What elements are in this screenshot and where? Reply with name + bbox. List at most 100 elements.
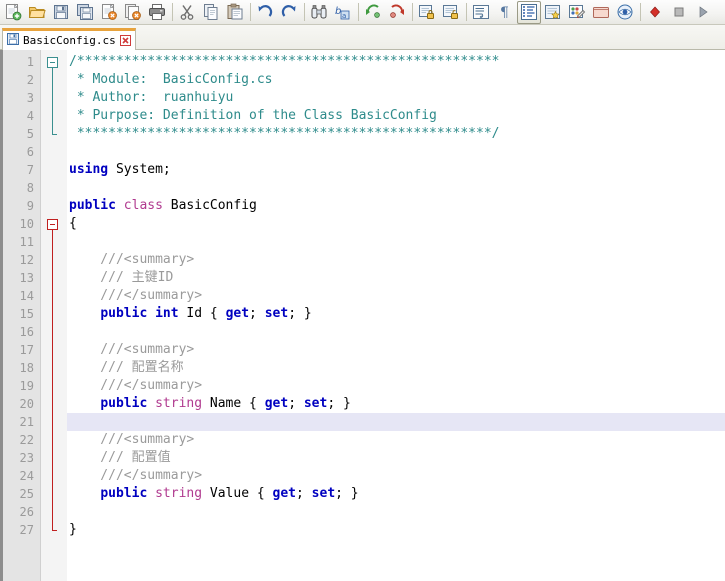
- comment-block-fold-toggle[interactable]: [47, 57, 58, 68]
- preview-button[interactable]: [613, 1, 637, 24]
- code-token: public: [100, 306, 148, 321]
- code-line[interactable]: * Module: BasicConfig.cs: [67, 71, 725, 89]
- line-number: 2: [26, 73, 34, 87]
- copy-button[interactable]: [199, 1, 223, 24]
- code-line[interactable]: [67, 143, 725, 161]
- code-line[interactable]: ///<summary>: [67, 431, 725, 449]
- minus-icon: [50, 224, 55, 225]
- code-line[interactable]: ///</summary>: [67, 377, 725, 395]
- code-line[interactable]: [67, 179, 725, 197]
- find-button[interactable]: [307, 1, 331, 24]
- fold-slot: [41, 71, 67, 89]
- go-forward-button[interactable]: [385, 1, 409, 24]
- code-line[interactable]: * Author: ruanhuiyu: [67, 89, 725, 107]
- bookmark-star-icon: [544, 3, 562, 21]
- line-number: 6: [26, 145, 34, 159]
- code-token: ;: [288, 396, 304, 411]
- line-number: 13: [19, 271, 34, 285]
- code-token: ///</summary>: [69, 378, 203, 393]
- minus-icon: [50, 62, 55, 63]
- fold-slot: [41, 359, 67, 377]
- code-line[interactable]: ///</summary>: [67, 287, 725, 305]
- line-number: 10: [19, 217, 34, 231]
- line-number: 20: [19, 397, 34, 411]
- close-file-button[interactable]: [97, 1, 121, 24]
- code-token: * Purpose: Definition of the Class Basic…: [69, 108, 437, 123]
- close-x-icon[interactable]: [119, 35, 131, 46]
- code-editor[interactable]: 1 2 3 4 5 6 7 8 9 10 11 12 13 14 15 16 17 18 19 20 21 22 23 24 2…: [0, 50, 725, 581]
- comment-block-button[interactable]: [415, 1, 439, 24]
- scissors-icon: [178, 3, 196, 21]
- uncomment-block-button[interactable]: [439, 1, 463, 24]
- word-wrap-button[interactable]: [469, 1, 493, 24]
- red-forward-arrow-icon: [388, 3, 406, 21]
- line-number: 7: [26, 163, 34, 177]
- record-macro-button[interactable]: [643, 1, 667, 24]
- fold-slot: [41, 431, 67, 449]
- stop-macro-button[interactable]: [667, 1, 691, 24]
- code-token: int: [155, 306, 179, 321]
- print-button[interactable]: [145, 1, 169, 24]
- cut-button[interactable]: [175, 1, 199, 24]
- class-body-fold-toggle[interactable]: [47, 219, 58, 230]
- code-line[interactable]: /// 主键ID: [67, 269, 725, 287]
- code-line[interactable]: /***************************************…: [67, 53, 725, 71]
- code-line[interactable]: ///</summary>: [67, 467, 725, 485]
- line-number: 4: [26, 109, 34, 123]
- code-line[interactable]: ****************************************…: [67, 125, 725, 143]
- code-line[interactable]: [67, 503, 725, 521]
- line-number: 5: [26, 127, 34, 141]
- line-number: 26: [19, 505, 34, 519]
- replace-button[interactable]: ba: [331, 1, 355, 24]
- code-line[interactable]: [67, 323, 725, 341]
- code-line[interactable]: }: [67, 521, 725, 539]
- fold-slot: [41, 179, 67, 197]
- save-button[interactable]: [49, 1, 73, 24]
- save-all-button[interactable]: [73, 1, 97, 24]
- word-wrap-icon: [472, 3, 490, 21]
- code-line[interactable]: ///<summary>: [67, 251, 725, 269]
- color-picker-button[interactable]: [565, 1, 589, 24]
- code-line[interactable]: public string Value { get; set; }: [67, 485, 725, 503]
- code-line-current[interactable]: [67, 413, 725, 431]
- fold-slot: [41, 413, 67, 431]
- code-line[interactable]: [67, 233, 725, 251]
- play-macro-button[interactable]: [691, 1, 715, 24]
- tab-basicconfig-cs[interactable]: BasicConfig.cs: [2, 28, 136, 50]
- open-file-button[interactable]: [25, 1, 49, 24]
- line-number: 22: [19, 433, 34, 447]
- code-text-area[interactable]: /***************************************…: [67, 50, 725, 581]
- code-line[interactable]: public class BasicConfig: [67, 197, 725, 215]
- class-body-fold-end-marker: [52, 530, 57, 531]
- code-line[interactable]: {: [67, 215, 725, 233]
- code-line[interactable]: /// 配置值: [67, 449, 725, 467]
- show-line-numbers-button[interactable]: [517, 0, 541, 24]
- code-token: Value {: [202, 486, 273, 501]
- tab-label: BasicConfig.cs: [23, 34, 116, 47]
- code-token: * Author: ruanhuiyu: [69, 90, 234, 105]
- svg-text:a: a: [342, 12, 346, 20]
- stop-square-icon: [670, 3, 688, 21]
- code-folding-margin[interactable]: [41, 50, 67, 581]
- fold-slot: [41, 377, 67, 395]
- code-line[interactable]: ///<summary>: [67, 341, 725, 359]
- bookmark-button[interactable]: [541, 1, 565, 24]
- notes-button[interactable]: [589, 1, 613, 24]
- undo-button[interactable]: [253, 1, 277, 24]
- paste-icon: [226, 3, 244, 21]
- go-back-button[interactable]: [361, 1, 385, 24]
- close-all-files-button[interactable]: [121, 1, 145, 24]
- line-number: 17: [19, 343, 34, 357]
- show-whitespace-button[interactable]: ¶: [493, 1, 517, 24]
- code-line[interactable]: public int Id { get; set; }: [67, 305, 725, 323]
- line-number: 27: [19, 523, 34, 537]
- fold-slot: [41, 287, 67, 305]
- code-line[interactable]: * Purpose: Definition of the Class Basic…: [67, 107, 725, 125]
- new-file-button[interactable]: [1, 1, 25, 24]
- copy-icon: [202, 3, 220, 21]
- paste-button[interactable]: [223, 1, 247, 24]
- code-line[interactable]: using System;: [67, 161, 725, 179]
- code-line[interactable]: public string Name { get; set; }: [67, 395, 725, 413]
- redo-button[interactable]: [277, 1, 301, 24]
- code-line[interactable]: /// 配置名称: [67, 359, 725, 377]
